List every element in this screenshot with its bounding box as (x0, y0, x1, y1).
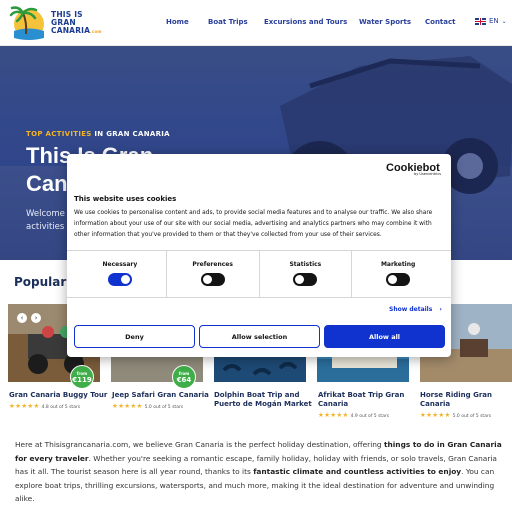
allow-selection-button[interactable]: Allow selection (199, 325, 320, 348)
logo-text: THIS IS GRAN CANARIA.com (51, 10, 102, 35)
card-title[interactable]: Gran Canaria Buggy Tour (9, 391, 107, 400)
rating-stars: ★★★★★ 4.9 out of 5 stars (318, 411, 390, 419)
toggle-necessary: Necessary (74, 251, 167, 297)
show-details-link[interactable]: Show details › (389, 306, 442, 313)
cookie-consent-dialog: Cookiebot by Usercentrics This website u… (67, 154, 451, 357)
rating-stars: ★★★★★ 5.0 out of 5 stars (420, 411, 492, 419)
preferences-switch[interactable] (200, 273, 225, 286)
rating-stars: ★★★★★ 4.8 out of 5 stars (9, 402, 81, 410)
toggle-marketing: Marketing (352, 251, 444, 297)
nav-water-sports[interactable]: Water Sports (359, 18, 411, 26)
palm-sun-logo-icon (9, 6, 44, 40)
card-title[interactable]: Jeep Safari Gran Canaria (112, 391, 209, 400)
marketing-switch[interactable] (386, 273, 411, 286)
nav-excursions-tours[interactable]: Excursions and Tours (264, 18, 347, 26)
carousel-prev-button[interactable]: ‹ (17, 313, 27, 323)
card-title[interactable]: Horse Riding Gran Canaria (420, 391, 492, 409)
necessary-switch[interactable] (107, 273, 132, 286)
site-header: THIS IS GRAN CANARIA.com Home Boat Trips… (0, 0, 512, 46)
divider (67, 297, 451, 298)
allow-all-button[interactable]: Allow all (324, 325, 445, 348)
intro-paragraph: Here at Thisisgrancanaria.com, we believ… (15, 440, 502, 503)
card-title[interactable]: Dolphin Boat Trip and Puerto de Mogán Ma… (214, 391, 312, 409)
deny-button[interactable]: Deny (74, 325, 195, 348)
statistics-switch[interactable] (293, 273, 318, 286)
price-badge: from €119 (70, 365, 94, 389)
cookie-category-toggles: Necessary Preferences Statistics Marketi… (74, 251, 444, 297)
rating-stars: ★★★★★ 5.0 out of 5 stars (112, 402, 184, 410)
language-selector[interactable]: EN ⌄ (475, 17, 507, 25)
nav-boat-trips[interactable]: Boat Trips (208, 18, 248, 26)
chevron-right-icon: › (439, 306, 442, 313)
site-logo[interactable]: THIS IS GRAN CANARIA.com (9, 4, 102, 42)
nav-home[interactable]: Home (166, 18, 189, 26)
price-badge: from €64 (172, 365, 196, 389)
language-label: EN (489, 17, 499, 25)
toggle-preferences: Preferences (167, 251, 260, 297)
carousel-next-button[interactable]: › (31, 313, 41, 323)
cookie-dialog-title: This website uses cookies (74, 195, 177, 203)
hero-kicker: TOP ACTIVITIES IN GRAN CANARIA (26, 130, 170, 138)
uk-flag-icon (475, 17, 486, 25)
nav-contact[interactable]: Contact (425, 18, 456, 26)
cookiebot-logo-sub: by Usercentrics (414, 172, 442, 176)
cookie-dialog-text: We use cookies to personalise content an… (74, 210, 433, 238)
card-title[interactable]: Afrikat Boat Trip Gran Canaria (318, 391, 404, 409)
toggle-statistics: Statistics (260, 251, 353, 297)
chevron-down-icon: ⌄ (501, 17, 507, 25)
